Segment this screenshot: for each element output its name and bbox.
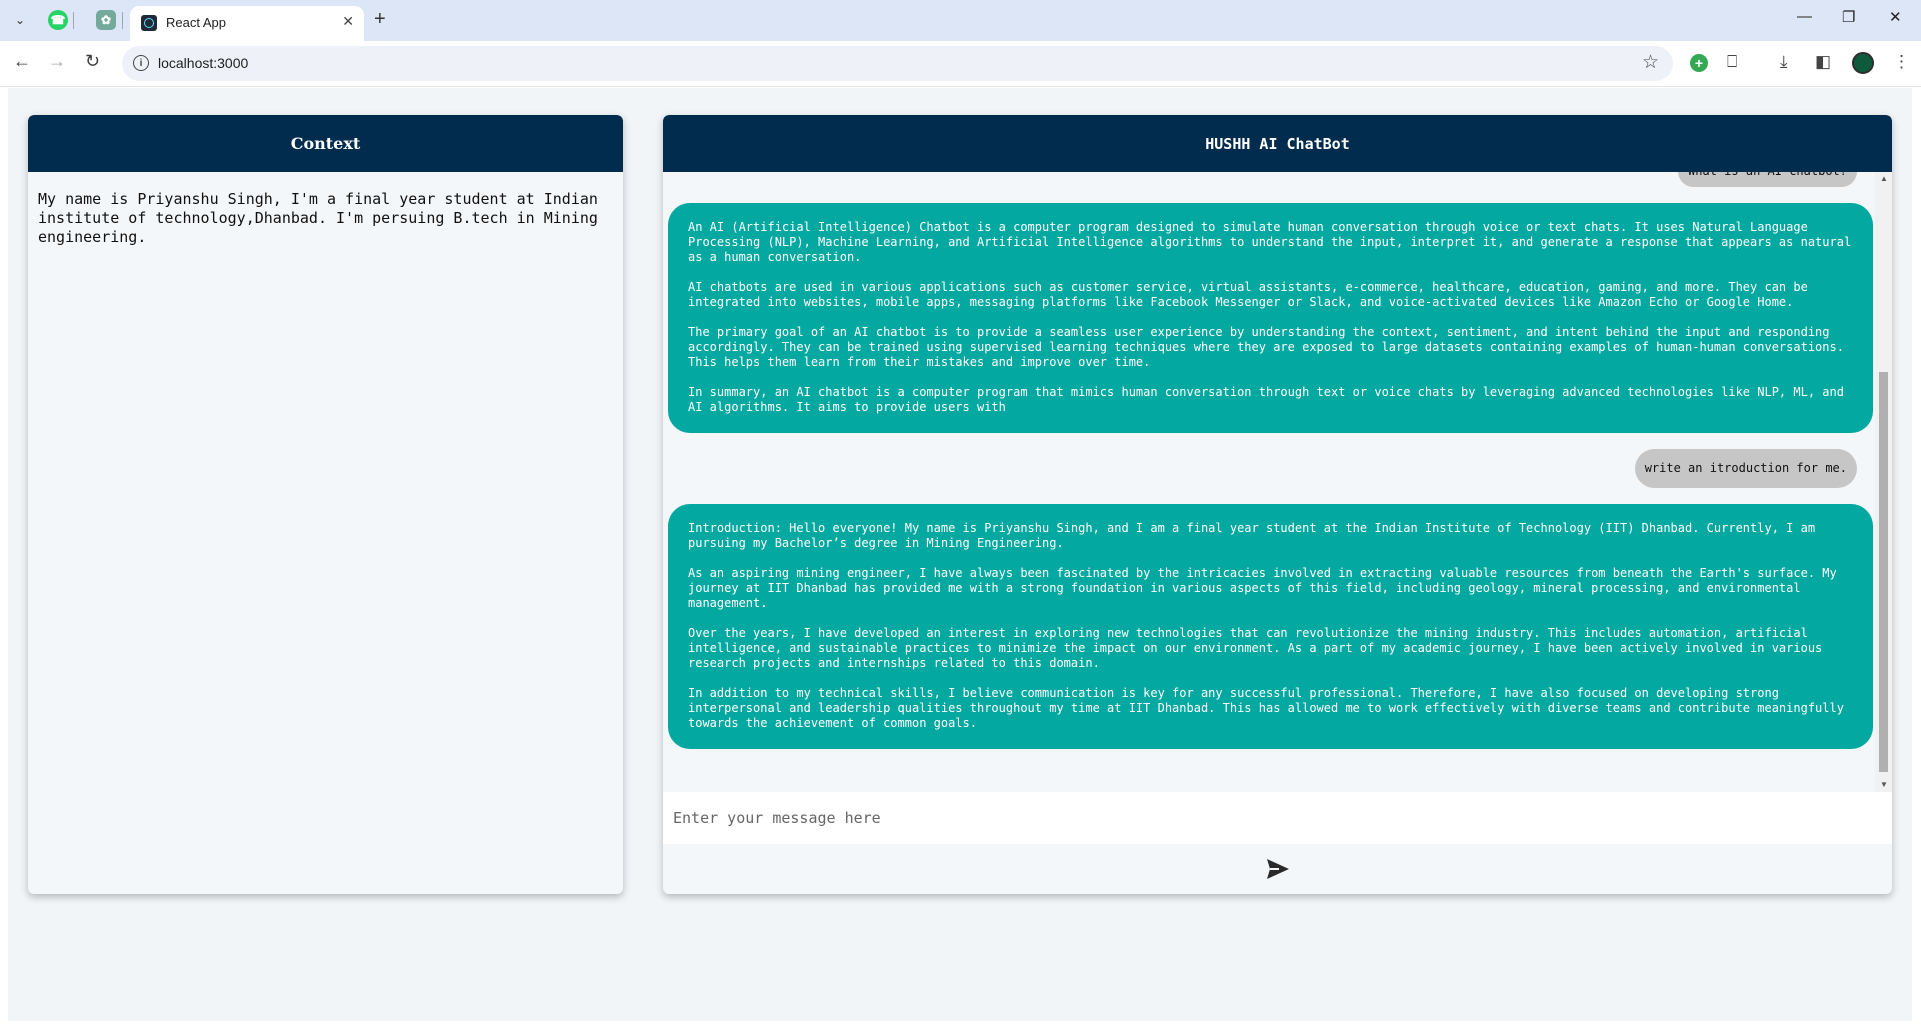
green-extension-icon[interactable]: + <box>1690 54 1708 72</box>
browser-toolbar: ← → ↻ i localhost:3000 ☆ + ⎕ ⤓ ◧ ⋮ <box>0 41 1921 87</box>
message-list[interactable]: What is an AI chatbot? An AI (Artificial… <box>663 172 1892 792</box>
ai-message: Introduction: Hello everyone! My name is… <box>668 504 1873 749</box>
chat-title: HUSHH AI ChatBot <box>1205 134 1350 153</box>
chat-header: HUSHH AI ChatBot <box>663 115 1892 172</box>
browser-tab-bar: ⌄ ☎ ✿ React App ✕ + — ❐ ✕ <box>0 0 1921 41</box>
download-icon[interactable]: ⤓ <box>1780 52 1788 72</box>
scroll-up-arrow-icon[interactable]: ▲ <box>1880 174 1888 183</box>
ai-message: An AI (Artificial Intelligence) Chatbot … <box>668 203 1873 433</box>
context-panel: Context My name is Priyanshu Singh, I'm … <box>28 115 623 894</box>
context-header: Context <box>28 115 623 172</box>
chatgpt-pinned-tab-icon[interactable]: ✿ <box>96 10 116 30</box>
scrollbar-thumb[interactable] <box>1879 372 1888 772</box>
forward-arrow-icon[interactable]: → <box>48 51 66 72</box>
send-icon <box>1266 859 1289 879</box>
page-scrollbar[interactable] <box>1912 88 1921 1033</box>
url-text: localhost:3000 <box>158 55 249 71</box>
send-button[interactable] <box>1263 854 1293 884</box>
site-info-icon[interactable]: i <box>133 55 149 71</box>
extensions-puzzle-icon[interactable]: ⎕ <box>1727 52 1737 72</box>
minimize-icon[interactable]: — <box>1797 8 1812 25</box>
tab-react-app[interactable]: React App ✕ <box>130 6 364 41</box>
ai-message-paragraph: Over the years, I have developed an inte… <box>688 626 1823 670</box>
ai-message-paragraph: An AI (Artificial Intelligence) Chatbot … <box>688 220 1852 264</box>
user-message: What is an AI chatbot? <box>1678 172 1857 187</box>
ai-message-paragraph: Introduction: Hello everyone! My name is… <box>688 521 1816 550</box>
back-arrow-icon[interactable]: ← <box>13 51 31 72</box>
ai-message-paragraph: AI chatbots are used in various applicat… <box>688 280 1808 309</box>
profile-avatar[interactable] <box>1852 52 1874 74</box>
react-favicon-icon <box>141 15 157 31</box>
tab-title: React App <box>166 15 226 30</box>
scroll-down-arrow-icon[interactable]: ▼ <box>1880 780 1888 789</box>
reload-icon[interactable]: ↻ <box>85 51 100 72</box>
side-panel-icon[interactable]: ◧ <box>1815 52 1831 72</box>
ai-message-paragraph: The primary goal of an AI chatbot is to … <box>688 325 1844 369</box>
context-textarea[interactable]: My name is Priyanshu Singh, I'm a final … <box>28 172 623 265</box>
tab-divider <box>122 12 123 29</box>
send-row <box>663 844 1892 894</box>
context-title: Context <box>290 134 361 153</box>
window-close-icon[interactable]: ✕ <box>1889 8 1902 26</box>
address-bar[interactable]: i localhost:3000 ☆ <box>122 46 1673 81</box>
page-background: Context My name is Priyanshu Singh, I'm … <box>8 88 1912 1021</box>
tab-close-icon[interactable]: ✕ <box>342 13 354 30</box>
chat-panel: HUSHH AI ChatBot What is an AI chatbot? … <box>663 115 1892 894</box>
ai-message-paragraph: In summary, an AI chatbot is a computer … <box>688 385 1844 414</box>
bookmark-star-icon[interactable]: ☆ <box>1642 51 1659 74</box>
kebab-menu-icon[interactable]: ⋮ <box>1893 52 1910 72</box>
restore-icon[interactable]: ❐ <box>1842 8 1855 26</box>
tab-divider <box>73 12 74 29</box>
message-input[interactable] <box>663 792 1892 844</box>
ai-message-paragraph: As an aspiring mining engineer, I have a… <box>688 566 1837 610</box>
ai-message-paragraph: In addition to my technical skills, I be… <box>688 686 1844 730</box>
new-tab-plus-icon[interactable]: + <box>374 8 386 31</box>
message-input-row <box>663 792 1892 844</box>
tab-search-chevron-icon[interactable]: ⌄ <box>8 9 32 31</box>
whatsapp-pinned-tab-icon[interactable]: ☎ <box>48 10 68 30</box>
message-scrollbar[interactable]: ▲ ▼ <box>1875 172 1892 792</box>
user-message: write an itroduction for me. <box>1634 449 1857 488</box>
